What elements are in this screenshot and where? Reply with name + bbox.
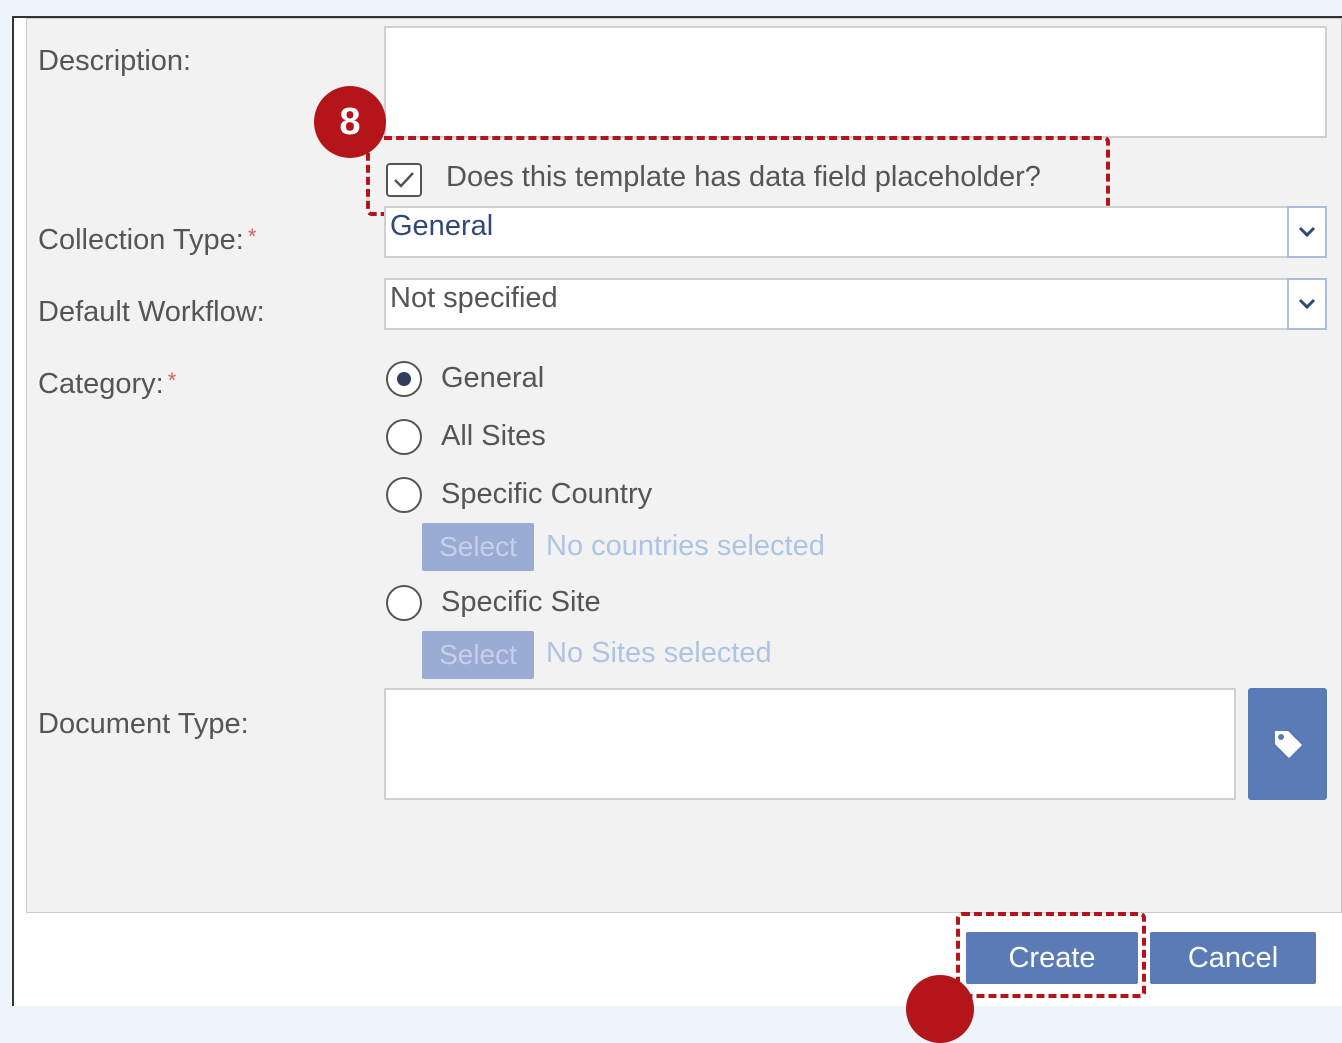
document-type-label: Document Type: <box>38 708 249 740</box>
document-type-input[interactable] <box>384 688 1236 800</box>
default-workflow-select[interactable]: Not specified <box>384 278 1327 330</box>
document-type-tag-button[interactable] <box>1248 688 1327 800</box>
collection-type-label: Collection Type: * <box>38 224 257 256</box>
placeholder-checkbox-label: Does this template has data field placeh… <box>446 161 1041 193</box>
default-workflow-label: Default Workflow: <box>38 296 265 328</box>
check-icon <box>394 172 414 188</box>
radio-specific-country-label: Specific Country <box>441 478 653 510</box>
no-sites-text: No Sites selected <box>546 637 772 669</box>
default-workflow-value: Not specified <box>390 282 558 314</box>
radio-specific-site[interactable] <box>386 585 422 621</box>
highlight-create-button <box>956 912 1146 998</box>
radio-all-sites[interactable] <box>386 419 422 455</box>
collection-type-select[interactable]: General <box>384 206 1327 258</box>
tag-icon <box>1274 731 1302 758</box>
required-mark: * <box>247 224 257 249</box>
required-mark: * <box>167 368 177 393</box>
cancel-button[interactable]: Cancel <box>1150 932 1316 984</box>
select-countries-button[interactable]: Select <box>422 523 534 571</box>
radio-general-label: General <box>441 362 545 394</box>
description-input[interactable] <box>384 26 1327 138</box>
radio-specific-site-label: Specific Site <box>441 586 601 618</box>
category-label: Category: * <box>38 368 177 400</box>
radio-specific-country[interactable] <box>386 477 422 513</box>
radio-all-sites-label: All Sites <box>441 420 546 452</box>
chevron-down-icon[interactable] <box>1287 278 1327 330</box>
step-badge-9 <box>906 975 974 1043</box>
no-countries-text: No countries selected <box>546 530 825 562</box>
placeholder-checkbox[interactable] <box>386 163 422 197</box>
collection-type-value: General <box>390 210 494 242</box>
chevron-down-icon[interactable] <box>1287 206 1327 258</box>
select-sites-button[interactable]: Select <box>422 631 534 679</box>
description-label: Description: <box>38 45 192 77</box>
radio-general[interactable] <box>386 361 422 397</box>
